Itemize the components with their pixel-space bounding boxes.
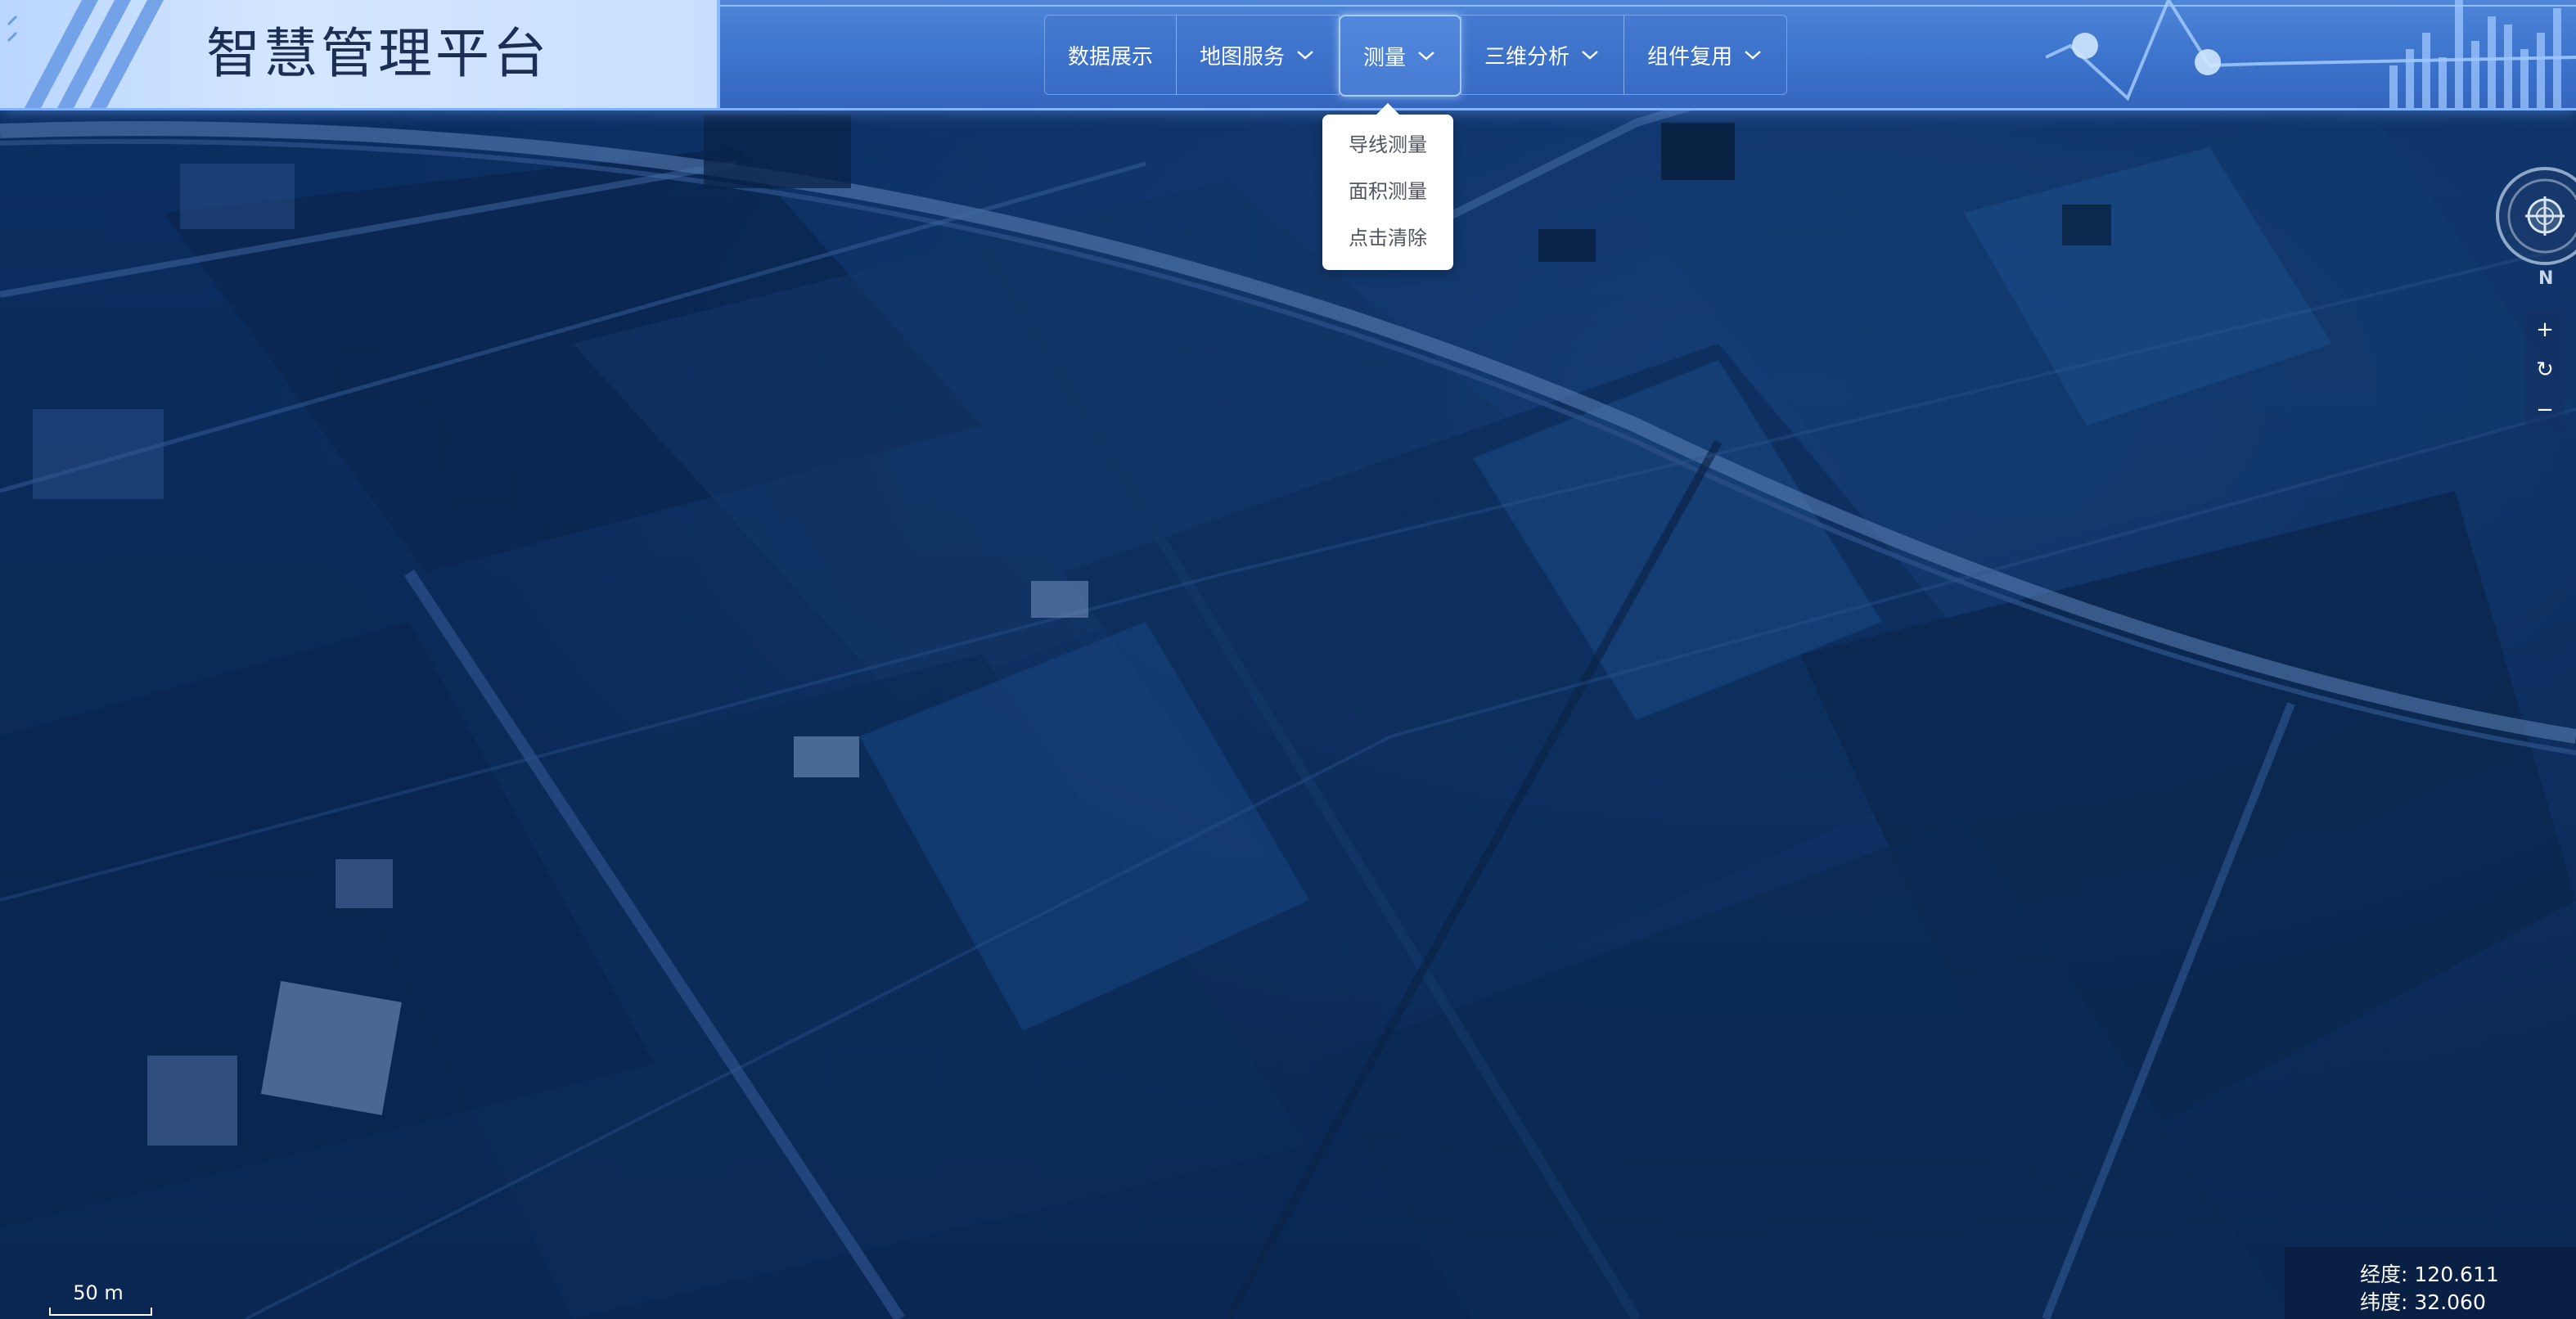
header-decoration-icon — [2046, 0, 2576, 108]
nav-map-services[interactable]: 地图服务 — [1176, 15, 1340, 95]
scale-label: 50 m — [73, 1281, 124, 1304]
longitude-value: 120.611 — [2414, 1263, 2499, 1286]
nav-data-display[interactable]: 数据展示 — [1044, 15, 1178, 95]
scale-bar-line — [49, 1308, 152, 1316]
nav-component-reuse[interactable]: 组件复用 — [1624, 15, 1788, 95]
zoom-in-button[interactable]: + — [2525, 313, 2565, 346]
scale-bar: 50 m — [46, 1280, 152, 1316]
coordinate-readout: 经度: 120.611 纬度: 32.060 — [2285, 1247, 2576, 1319]
nav-3d-analysis[interactable]: 三维分析 — [1461, 15, 1625, 95]
zoom-control: + ↻ − — [2525, 309, 2565, 430]
latitude-label: 纬度: — [2360, 1290, 2408, 1314]
logo-panel: 智慧管理平台 — [0, 0, 720, 108]
latitude-readout: 纬度: 32.060 — [2360, 1286, 2486, 1316]
compass-north-label: N — [2538, 268, 2554, 289]
nav-measure[interactable]: 测量 — [1339, 15, 1462, 97]
menu-item-traverse-measure[interactable]: 导线测量 — [1322, 122, 1453, 169]
menu-item-clear[interactable]: 点击清除 — [1322, 215, 1453, 262]
satellite-imagery — [0, 0, 2576, 1319]
longitude-readout: 经度: 120.611 — [2360, 1258, 2499, 1288]
menu-item-area-measure[interactable]: 面积测量 — [1322, 169, 1453, 215]
nav-label: 测量 — [1363, 45, 1407, 70]
nav-label: 三维分析 — [1484, 44, 1570, 70]
latitude-value: 32.060 — [2414, 1290, 2486, 1314]
measure-dropdown: 导线测量 面积测量 点击清除 — [1322, 103, 1453, 270]
nav-label: 数据展示 — [1068, 44, 1154, 70]
zoom-out-button[interactable]: − — [2525, 394, 2565, 426]
reset-view-button[interactable]: ↻ — [2525, 353, 2565, 386]
main-nav: 数据展示 地图服务 测量 三维分析 组件复用 — [1044, 15, 1788, 97]
nav-label: 地图服务 — [1200, 44, 1286, 70]
nav-label: 组件复用 — [1647, 44, 1733, 70]
chevron-down-icon — [1582, 51, 1598, 60]
logo-stripes-icon — [7, 0, 164, 108]
top-header: 智慧管理平台 数据展示 地图服务 测量 三维分析 组件复用 — [0, 0, 2576, 110]
chevron-down-icon — [1297, 51, 1313, 60]
app-title: 智慧管理平台 — [206, 22, 550, 85]
longitude-label: 经度: — [2360, 1263, 2408, 1286]
compass-icon[interactable] — [2494, 165, 2576, 272]
chevron-down-icon — [1418, 52, 1434, 61]
map-canvas[interactable] — [0, 0, 2576, 1319]
chevron-down-icon — [1745, 51, 1761, 60]
